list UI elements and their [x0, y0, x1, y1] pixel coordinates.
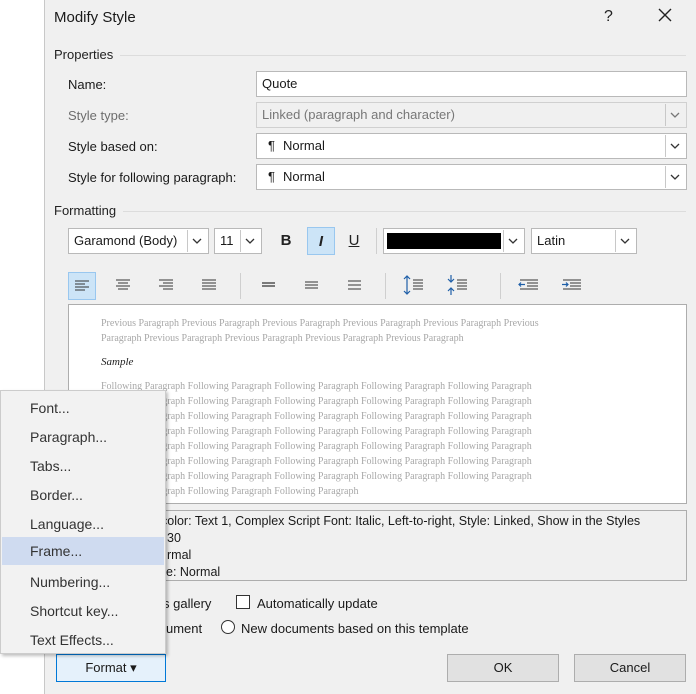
font-size-value: 11: [220, 233, 234, 248]
description-line: e: Normal: [166, 565, 221, 579]
menu-item-numbering[interactable]: Numbering...: [2, 568, 164, 596]
menu-item-paragraph[interactable]: Paragraph...: [2, 423, 164, 451]
chevron-down-icon: ▾: [130, 660, 137, 675]
chevron-down-icon: [503, 230, 522, 252]
single-spacing-icon: [262, 282, 275, 287]
preview-previous-line: Previous Paragraph Previous Paragraph Pr…: [101, 318, 539, 329]
dialog-title: Modify Style: [54, 9, 136, 26]
decrease-paragraph-spacing-button[interactable]: [443, 272, 471, 300]
increase-paragraph-spacing-icon: [403, 275, 423, 295]
properties-section-label: Properties: [54, 47, 114, 62]
increase-indent-button[interactable]: [558, 272, 586, 300]
single-spacing-button[interactable]: [255, 272, 283, 300]
style-based-on-label: Style based on:: [68, 139, 158, 154]
ok-button[interactable]: OK: [447, 654, 559, 682]
style-type-label: Style type:: [68, 108, 129, 123]
chevron-down-icon: [665, 104, 684, 126]
preview-previous-line: Paragraph Previous Paragraph Previous Pa…: [101, 333, 464, 344]
script-value: Latin: [537, 233, 566, 248]
font-name-select[interactable]: Garamond (Body): [68, 228, 209, 254]
italic-button[interactable]: I: [307, 227, 335, 255]
chevron-down-icon: [240, 230, 259, 252]
align-right-icon: [159, 279, 173, 290]
only-this-document-label: ument: [166, 621, 203, 636]
pilcrow-icon: ¶: [268, 169, 275, 184]
justify-icon: [202, 279, 216, 290]
close-button[interactable]: [657, 7, 673, 28]
chevron-down-icon: [665, 135, 684, 157]
increase-paragraph-spacing-button[interactable]: [399, 272, 427, 300]
description-line: rmal: [167, 548, 192, 562]
align-left-button[interactable]: [68, 272, 96, 300]
decrease-indent-button[interactable]: [515, 272, 543, 300]
format-menu: Font... Paragraph... Tabs... Border... L…: [0, 390, 166, 654]
style-based-on-value: Normal: [282, 138, 325, 153]
preview-sample-text: Sample: [101, 356, 134, 368]
align-left-icon: [75, 280, 89, 291]
auto-update-checkbox[interactable]: [236, 595, 250, 609]
menu-item-tabs[interactable]: Tabs...: [2, 452, 164, 480]
menu-item-shortcut-key[interactable]: Shortcut key...: [2, 597, 164, 625]
double-spacing-button[interactable]: [341, 272, 369, 300]
name-label: Name:: [68, 77, 107, 92]
toolbar-separator: [240, 273, 241, 299]
following-style-select[interactable]: ¶ Normal: [256, 164, 687, 190]
toolbar-separator: [376, 228, 377, 254]
decrease-indent-icon: [518, 279, 538, 290]
style-based-on-select[interactable]: ¶ Normal: [256, 133, 687, 159]
properties-divider: [120, 55, 686, 56]
name-field[interactable]: Quote: [256, 71, 687, 97]
template-label: New documents based on this template: [241, 621, 469, 636]
align-center-icon: [116, 279, 130, 290]
font-color-select[interactable]: [383, 228, 525, 254]
script-select[interactable]: Latin: [531, 228, 637, 254]
chevron-down-icon: [665, 166, 684, 188]
menu-item-text-effects[interactable]: Text Effects...: [2, 626, 164, 654]
chevron-down-icon: [615, 230, 634, 252]
formatting-divider: [123, 211, 686, 212]
cancel-button[interactable]: Cancel: [574, 654, 686, 682]
font-size-select[interactable]: 11: [214, 228, 262, 254]
formatting-section-label: Formatting: [54, 203, 117, 218]
align-center-button[interactable]: [110, 272, 138, 300]
menu-item-frame[interactable]: Frame...: [2, 537, 164, 565]
justify-button[interactable]: [196, 272, 224, 300]
style-type-select[interactable]: Linked (paragraph and character): [256, 102, 687, 128]
following-style-value: Normal: [282, 169, 325, 184]
align-right-button[interactable]: [153, 272, 181, 300]
chevron-down-icon: [187, 230, 206, 252]
double-spacing-icon: [348, 280, 361, 290]
toolbar-separator: [500, 273, 501, 299]
font-name-value: Garamond (Body): [74, 233, 178, 248]
close-icon: [658, 8, 672, 22]
bold-button[interactable]: B: [272, 227, 300, 255]
format-button-label: Format: [85, 660, 127, 675]
template-radio[interactable]: [221, 620, 235, 634]
menu-item-border[interactable]: Border...: [2, 481, 164, 509]
description-line: 30: [167, 531, 181, 545]
style-type-value: Linked (paragraph and character): [262, 107, 455, 122]
auto-update-label: Automatically update: [257, 596, 378, 611]
format-button[interactable]: Format ▾: [56, 654, 166, 682]
underline-button[interactable]: U: [340, 227, 368, 255]
increase-indent-icon: [562, 279, 581, 290]
decrease-paragraph-spacing-icon: [447, 275, 467, 295]
menu-item-language[interactable]: Language...: [2, 510, 164, 538]
help-button[interactable]: ?: [604, 8, 613, 26]
font-color-swatch: [387, 233, 501, 249]
menu-item-font[interactable]: Font...: [2, 394, 164, 422]
description-line: color: Text 1, Complex Script Font: Ital…: [161, 514, 641, 528]
add-to-gallery-label: s gallery: [163, 596, 212, 611]
pilcrow-icon: ¶: [268, 138, 275, 153]
one-half-spacing-button[interactable]: [298, 272, 326, 300]
toolbar-separator: [385, 273, 386, 299]
following-style-label: Style for following paragraph:: [68, 170, 237, 185]
one-half-spacing-icon: [305, 281, 318, 289]
